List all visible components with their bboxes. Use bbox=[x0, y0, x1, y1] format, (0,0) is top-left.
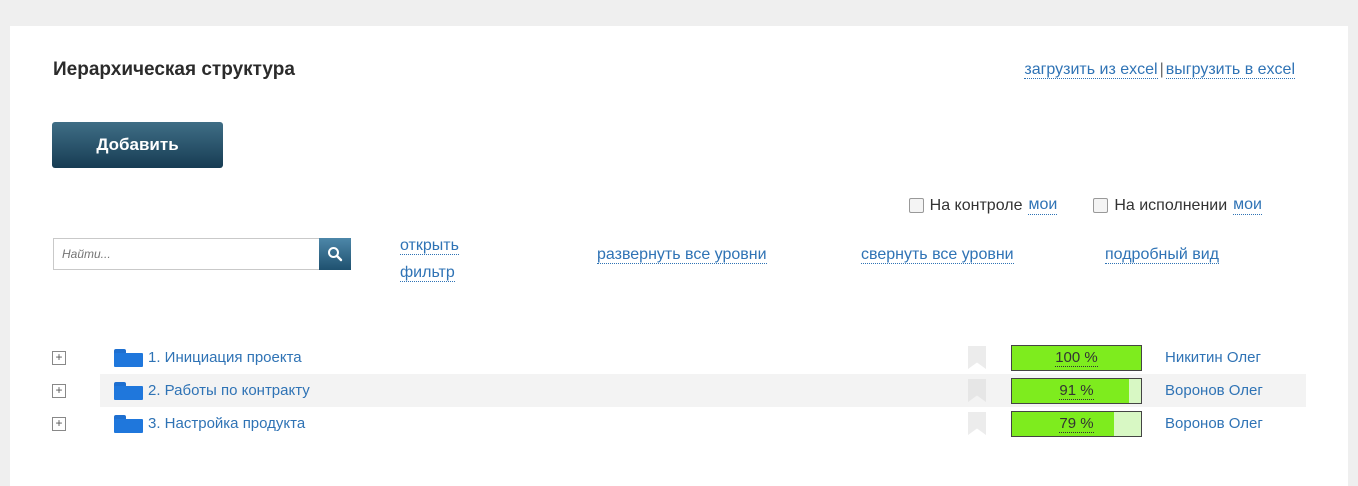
task-row[interactable]: + 3. Настройка продукта 79 % Воронов Оле… bbox=[50, 407, 1306, 440]
expand-all-wrapper: развернуть все уровни bbox=[597, 246, 767, 264]
progress-bar: 91 % bbox=[1011, 377, 1142, 404]
bookmark-icon[interactable] bbox=[968, 346, 986, 369]
task-owner[interactable]: Воронов Олег bbox=[1165, 415, 1263, 432]
search-button[interactable] bbox=[319, 238, 351, 270]
folder-icon bbox=[114, 414, 143, 433]
search-icon bbox=[328, 247, 343, 262]
page-title: Иерархическая структура bbox=[53, 59, 295, 80]
task-row[interactable]: + 2. Работы по контракту 91 % Воронов Ол… bbox=[50, 374, 1306, 407]
expand-icon[interactable]: + bbox=[52, 350, 66, 365]
progress-bar: 100 % bbox=[1011, 344, 1142, 371]
collapse-all-wrapper: свернуть все уровни bbox=[861, 246, 1014, 264]
progress-bar: 79 % bbox=[1011, 410, 1142, 437]
excel-links: загрузить из excel | выгрузить в excel bbox=[1024, 61, 1295, 79]
task-tree: + 1. Инициация проекта 100 % Никитин Оле… bbox=[50, 341, 1306, 440]
open-filter-link[interactable]: открыть фильтр bbox=[400, 232, 490, 286]
search-input[interactable] bbox=[54, 239, 316, 269]
on-execution-checkbox[interactable] bbox=[1093, 198, 1109, 213]
bookmark-icon[interactable] bbox=[968, 412, 986, 435]
open-filter-line1[interactable]: открыть bbox=[400, 237, 459, 255]
assignment-filters: На контроле мои На исполнении мои bbox=[908, 196, 1262, 215]
open-filter-line2[interactable]: фильтр bbox=[400, 264, 455, 282]
add-button[interactable]: Добавить bbox=[52, 122, 223, 168]
task-row[interactable]: + 1. Инициация проекта 100 % Никитин Оле… bbox=[50, 341, 1306, 374]
task-owner[interactable]: Воронов Олег bbox=[1165, 382, 1263, 399]
on-control-filter: На контроле мои bbox=[908, 196, 1058, 215]
search-box bbox=[53, 238, 351, 270]
on-control-label: На контроле bbox=[929, 196, 1023, 214]
detailed-view-link[interactable]: подробный вид bbox=[1105, 246, 1219, 264]
task-owner[interactable]: Никитин Олег bbox=[1165, 349, 1261, 366]
expand-icon[interactable]: + bbox=[52, 383, 66, 398]
bookmark-icon[interactable] bbox=[968, 379, 986, 402]
on-control-mine-link[interactable]: мои bbox=[1028, 196, 1058, 215]
on-execution-mine-link[interactable]: мои bbox=[1233, 196, 1262, 215]
progress-label[interactable]: 79 % bbox=[1059, 414, 1094, 433]
task-name[interactable]: 3. Настройка продукта bbox=[148, 415, 305, 432]
folder-icon bbox=[114, 348, 143, 367]
hierarchy-panel: Иерархическая структура загрузить из exc… bbox=[10, 26, 1348, 486]
import-excel-link[interactable]: загрузить из excel bbox=[1024, 61, 1158, 79]
expand-all-link[interactable]: развернуть все уровни bbox=[597, 246, 767, 264]
progress-label[interactable]: 91 % bbox=[1059, 381, 1094, 400]
on-control-checkbox[interactable] bbox=[908, 198, 924, 213]
expand-icon[interactable]: + bbox=[52, 416, 66, 431]
task-name[interactable]: 1. Инициация проекта bbox=[148, 349, 302, 366]
progress-label[interactable]: 100 % bbox=[1055, 348, 1098, 367]
task-name[interactable]: 2. Работы по контракту bbox=[148, 382, 310, 399]
on-execution-filter: На исполнении мои bbox=[1093, 196, 1262, 215]
detailed-view-wrapper: подробный вид bbox=[1105, 246, 1219, 264]
export-excel-link[interactable]: выгрузить в excel bbox=[1165, 61, 1295, 79]
folder-icon bbox=[114, 381, 143, 400]
link-separator: | bbox=[1159, 61, 1164, 78]
on-execution-label: На исполнении bbox=[1114, 196, 1228, 214]
collapse-all-link[interactable]: свернуть все уровни bbox=[861, 246, 1014, 264]
